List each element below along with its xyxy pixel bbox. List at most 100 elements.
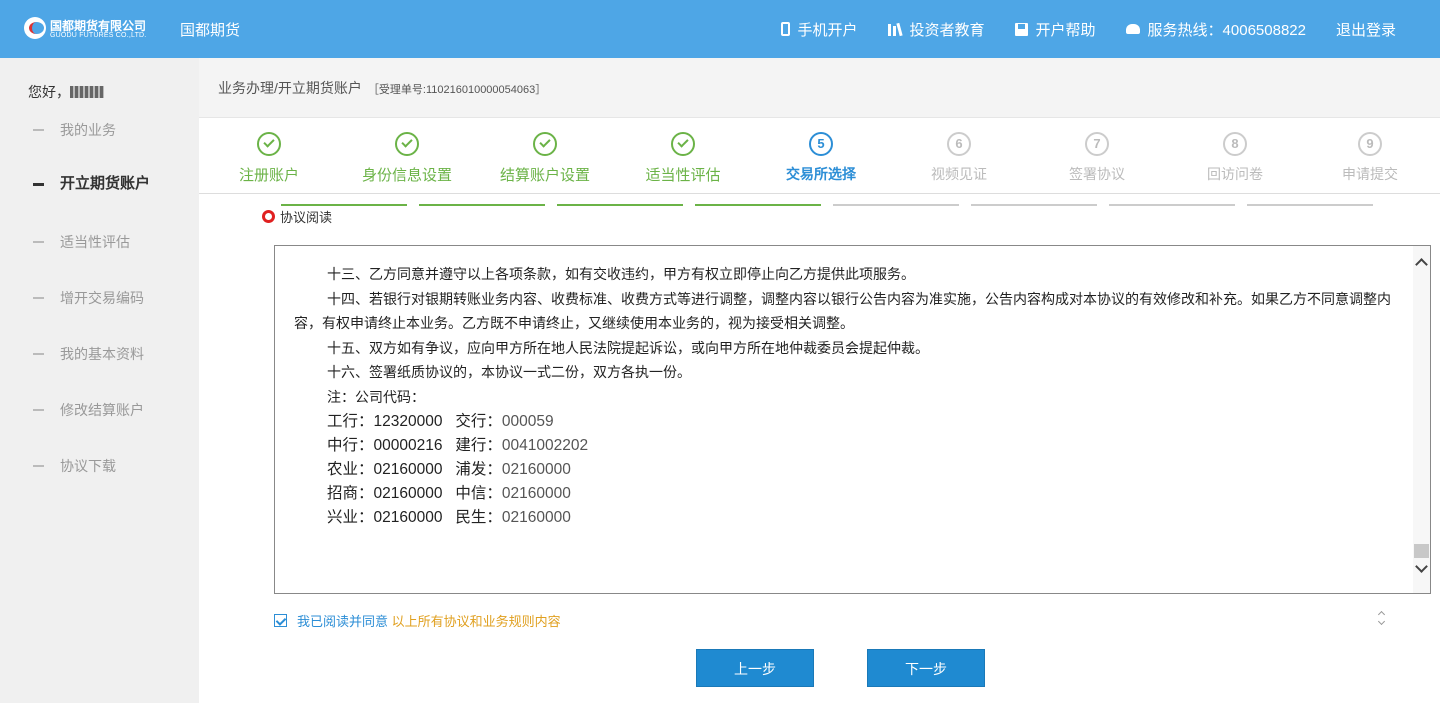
telephone-icon <box>1125 24 1140 34</box>
scroll-thumb[interactable] <box>1414 544 1429 558</box>
agreement-text: 十三、乙方同意并遵守以上各项条款，如有交收违约，甲方有权立即停止向乙方提供此项服… <box>294 263 1404 530</box>
dash-icon <box>33 297 44 299</box>
dash-icon <box>33 129 44 131</box>
company-logo[interactable]: 国都期货有限公司 GUODU FUTURES CO.,LTD. <box>24 14 147 44</box>
step-number: 7 <box>1085 132 1109 156</box>
ticket-number: ［受理单号:110216010000054063］ <box>367 84 547 96</box>
resize-spinner-icon <box>1377 608 1387 628</box>
sidebar-item-basic-info[interactable]: 我的基本资料 <box>0 340 199 396</box>
breadcrumb-bar: 业务办理/开立期货账户 ［受理单号:110216010000054063］ <box>199 58 1440 118</box>
section-title-text: 协议阅读 <box>280 210 333 225</box>
nav-investor-education-label: 投资者教育 <box>909 21 985 39</box>
step-register: 注册账户 <box>199 132 339 185</box>
next-step-button[interactable]: 下一步 <box>867 649 985 687</box>
step-connector <box>695 204 821 206</box>
step-exchange-selection: 5 交易所选择 <box>751 132 891 184</box>
step-label: 签署协议 <box>1069 166 1125 182</box>
step-connector <box>281 204 407 206</box>
sidebar-item-agreement-download[interactable]: 协议下载 <box>0 452 199 508</box>
consent-checkbox-row[interactable]: 我已阅读并同意 以上所有协议和业务规则内容 <box>274 611 561 630</box>
nav-account-help[interactable]: 开户帮助 <box>1014 19 1096 40</box>
greeting-text: 您好， <box>28 84 70 100</box>
step-connector <box>1109 204 1235 206</box>
logout-label: 退出登录 <box>1335 21 1396 39</box>
dash-icon <box>33 183 44 186</box>
sidebar-menu: 我的业务 开立期货账户 适当性评估 增开交易编码 我的基本资料 修改结算账户 协… <box>0 116 199 474</box>
step-number: 8 <box>1223 132 1247 156</box>
logo-text-en: GUODU FUTURES CO.,LTD. <box>50 32 147 39</box>
bank-code-row: 兴业：02160000 民生：02160000 <box>327 509 571 526</box>
step-number: 5 <box>809 132 833 156</box>
step-number: 9 <box>1358 132 1382 156</box>
step-connector <box>1247 204 1373 206</box>
dash-icon <box>33 241 44 243</box>
consent-checkbox[interactable] <box>274 614 287 627</box>
main-content: 业务办理/开立期货账户 ［受理单号:110216010000054063］ 注册账… <box>199 58 1440 703</box>
nav-investor-education[interactable]: 投资者教育 <box>887 19 985 40</box>
step-sign: 7 签署协议 <box>1027 132 1167 184</box>
consent-rules-link[interactable]: 以上所有协议和业务规则内容 <box>392 614 561 629</box>
agreement-paragraph: 注：公司代码： <box>327 389 425 406</box>
step-check-icon <box>395 132 419 156</box>
breadcrumb: 业务办理/开立期货账户 ［受理单号:110216010000054063］ <box>218 78 546 98</box>
radio-marker-icon <box>262 210 275 223</box>
step-label: 交易所选择 <box>786 166 856 182</box>
nav-service-hotline-label: 服务热线：4006508822 <box>1147 21 1306 39</box>
phone-icon <box>780 22 790 36</box>
nav-account-help-label: 开户帮助 <box>1035 21 1096 39</box>
step-check-icon <box>257 132 281 156</box>
logo-mark-icon <box>24 17 46 39</box>
sidebar-item-label: 开立期货账户 <box>60 175 151 192</box>
agreement-paragraph: 十六、签署纸质协议的，本协议一式二份，双方各执一份。 <box>327 365 691 381</box>
scroll-down-icon[interactable] <box>1415 560 1428 573</box>
sidebar-item-settlement-account[interactable]: 修改结算账户 <box>0 396 199 452</box>
brand-name[interactable]: 国都期货 <box>180 19 240 40</box>
breadcrumb-path: 业务办理/开立期货账户 <box>218 80 362 96</box>
top-nav: 手机开户 投资者教育 开户帮助 服务热线：4006508822 退出登录 <box>780 0 1396 58</box>
previous-step-button[interactable]: 上一步 <box>696 649 814 687</box>
step-questionnaire: 8 回访问卷 <box>1165 132 1305 184</box>
sidebar: 您好， 我的业务 开立期货账户 适当性评估 增开交易编码 我的基本资料 修改结算… <box>0 58 199 703</box>
step-label: 身份信息设置 <box>361 167 452 184</box>
bank-code-row: 招商：02160000 中信：02160000 <box>327 485 571 502</box>
agreement-paragraph: 十四、若银行对银期转账业务内容、收费标准、收费方式等进行调整，调整内容以银行公告… <box>294 291 1391 333</box>
step-label: 注册账户 <box>238 167 299 184</box>
step-submit: 9 申请提交 <box>1300 132 1440 184</box>
sidebar-item-open-futures-account[interactable]: 开立期货账户 <box>0 144 199 200</box>
step-identity: 身份信息设置 <box>337 132 477 185</box>
books-icon <box>887 22 903 36</box>
vertical-scrollbar[interactable] <box>1413 246 1430 593</box>
step-label: 视频见证 <box>931 166 987 182</box>
step-connector <box>833 204 959 206</box>
sidebar-item-add-trading-code[interactable]: 增开交易编码 <box>0 284 199 340</box>
nav-mobile-account[interactable]: 手机开户 <box>780 19 858 40</box>
section-title: 协议阅读 <box>262 207 332 226</box>
user-greeting: 您好， <box>28 82 104 102</box>
step-suitability: 适当性评估 <box>613 132 753 185</box>
step-label: 回访问卷 <box>1207 166 1263 182</box>
nav-service-hotline[interactable]: 服务热线：4006508822 <box>1125 19 1306 40</box>
sidebar-item-label: 适当性评估 <box>60 234 130 250</box>
agreement-paragraph: 十五、双方如有争议，应向甲方所在地人民法院提起诉讼，或向甲方所在地仲裁委员会提起… <box>327 340 929 357</box>
agreement-scroll-box[interactable]: 十三、乙方同意并遵守以上各项条款，如有交收违约，甲方有权立即停止向乙方提供此项服… <box>274 245 1431 594</box>
bank-code-row: 工行：12320000 交行：000059 <box>327 413 554 430</box>
bank-code-row: 农业：02160000 浦发：02160000 <box>327 461 571 478</box>
sidebar-item-suitability[interactable]: 适当性评估 <box>0 228 199 284</box>
step-check-icon <box>533 132 557 156</box>
scroll-up-icon[interactable] <box>1415 258 1428 271</box>
top-header: 国都期货有限公司 GUODU FUTURES CO.,LTD. 国都期货 手机开… <box>0 0 1440 58</box>
sidebar-item-label: 协议下载 <box>60 458 116 474</box>
nav-mobile-account-label: 手机开户 <box>797 21 858 39</box>
consent-text: 我已阅读并同意 <box>297 614 389 629</box>
dash-icon <box>33 465 44 467</box>
step-connector <box>971 204 1097 206</box>
step-label: 申请提交 <box>1342 166 1398 182</box>
sidebar-item-label: 修改结算账户 <box>60 402 144 418</box>
logout-link[interactable]: 退出登录 <box>1336 19 1396 40</box>
agreement-paragraph: 十三、乙方同意并遵守以上各项条款，如有交收违约，甲方有权立即停止向乙方提供此项服… <box>327 267 915 283</box>
save-icon <box>1014 22 1028 36</box>
bank-code-row: 中行：00000216 建行：0041002202 <box>327 437 589 454</box>
step-connector <box>557 204 683 206</box>
sidebar-item-label: 我的业务 <box>60 122 116 138</box>
step-settlement: 结算账户设置 <box>475 132 615 185</box>
